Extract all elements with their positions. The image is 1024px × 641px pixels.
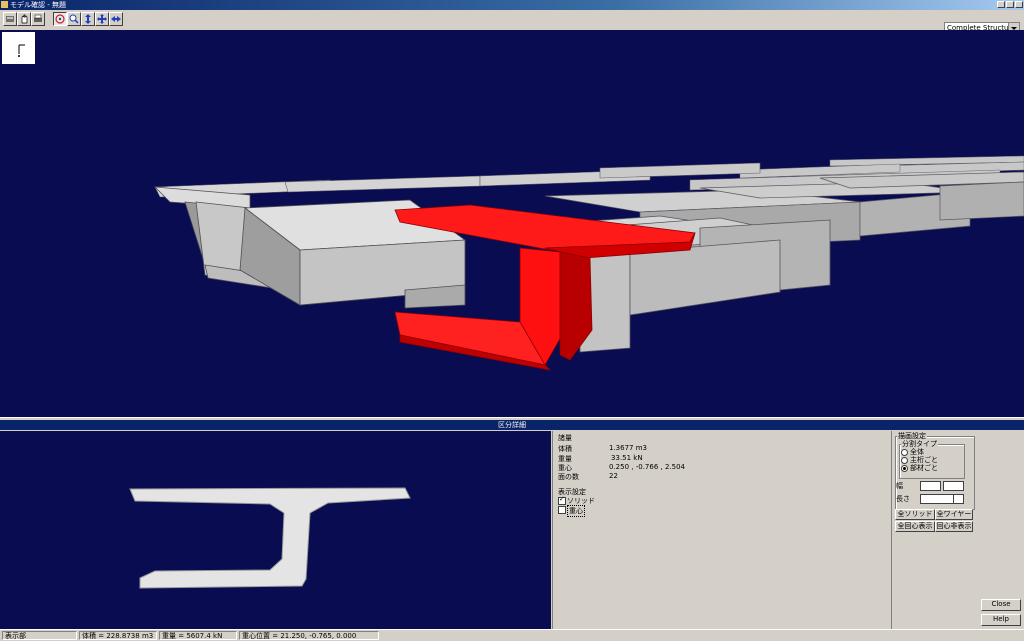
properties-header: 諸量 — [558, 434, 572, 442]
cog-value: 0.250 , -0.766 , 2.504 — [609, 463, 685, 471]
hand-icon[interactable] — [17, 12, 31, 26]
girder-cross-section — [129, 487, 411, 589]
maximize-button[interactable] — [1006, 1, 1014, 8]
length-field[interactable] — [920, 494, 954, 504]
toolbar: Complete Structure — [0, 10, 1024, 35]
all-wire-button[interactable]: 全ワイヤー — [935, 509, 973, 520]
weight-value: 33.51 kN — [611, 454, 643, 462]
open-icon[interactable] — [3, 12, 17, 26]
show-cog-button[interactable]: 全回心表示 — [895, 521, 935, 532]
title-bar: モデル確認 - 無題 — [0, 0, 1024, 10]
volume-value: 1.3677 m3 — [609, 444, 647, 452]
radio-whole[interactable] — [901, 449, 908, 456]
solid-checkbox[interactable] — [558, 495, 566, 505]
status-cog: 重心位置 = 21.250, -0.765, 0.000 — [239, 631, 379, 640]
radio-per-member-label: 部材ごと — [910, 464, 938, 472]
drawing-settings-panel: 描画設定 分割タイプ 全体 主桁ごと 部材ごと 幅 長さ 全ソリッド 全ワイヤー… — [891, 431, 1024, 629]
cog-checkbox[interactable] — [558, 506, 566, 514]
width-label: 幅 — [896, 482, 903, 490]
status-bar: 表示部 体積 = 228.8738 m3 重量 = 5607.4 kN 重心位置… — [0, 629, 1024, 641]
status-mode: 表示部 — [2, 631, 77, 640]
print-icon[interactable] — [31, 12, 45, 26]
volume-label: 体積 — [558, 445, 572, 453]
status-weight: 重量 = 5607.4 kN — [159, 631, 237, 640]
properties-panel: 諸量 体積 1.3677 m3 重量 33.51 kN 重心 0.250 , -… — [552, 431, 891, 629]
rotate-icon[interactable] — [53, 12, 67, 26]
fit-icon[interactable] — [109, 12, 123, 26]
section-header: 区分詳細 — [0, 420, 1024, 430]
radio-per-girder[interactable] — [901, 457, 908, 464]
help-button[interactable]: Help — [981, 614, 1021, 626]
minimize-button[interactable] — [997, 1, 1005, 8]
bridge-model-3d[interactable] — [0, 30, 1024, 417]
length-label: 長さ — [896, 495, 910, 503]
window-title: モデル確認 - 無題 — [10, 1, 66, 9]
main-3d-viewport[interactable] — [0, 30, 1024, 417]
face-count-label: 面の数 — [558, 473, 579, 481]
cog-checkbox-label: 重心 — [567, 505, 585, 517]
close-button[interactable]: Close — [981, 599, 1021, 611]
move-icon[interactable] — [95, 12, 109, 26]
zoom-icon[interactable] — [67, 12, 81, 26]
width-field-2[interactable] — [943, 481, 964, 491]
pan-y-icon[interactable] — [81, 12, 95, 26]
status-volume: 体積 = 228.8738 m3 — [79, 631, 157, 640]
all-solid-button[interactable]: 全ソリッド — [895, 509, 935, 520]
face-count-value: 22 — [609, 472, 618, 480]
length-spin[interactable] — [953, 494, 964, 504]
close-window-button[interactable] — [1015, 1, 1023, 8]
hide-cog-button[interactable]: 回心非表示 — [935, 521, 973, 532]
axis-indicator — [2, 32, 35, 64]
app-icon — [1, 1, 8, 8]
section-detail-view[interactable] — [0, 431, 551, 629]
radio-per-member[interactable] — [901, 465, 908, 472]
width-field-1[interactable] — [920, 481, 941, 491]
window-controls — [997, 1, 1023, 8]
